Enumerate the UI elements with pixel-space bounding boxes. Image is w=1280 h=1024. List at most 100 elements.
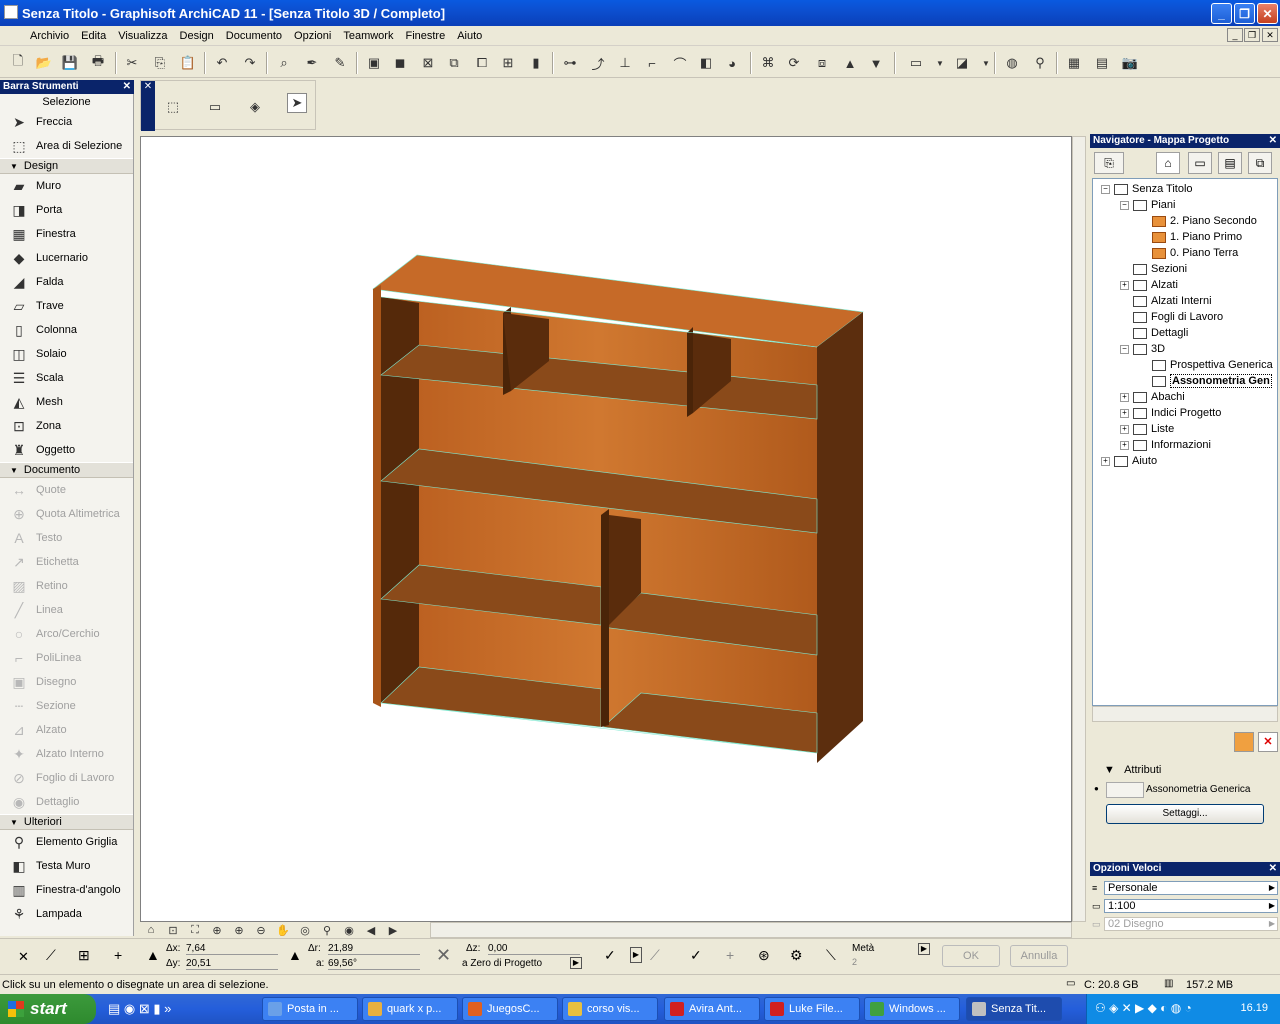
- taskbar-button[interactable]: Luke File...: [764, 997, 860, 1021]
- tree-node-liste[interactable]: + Liste: [1120, 421, 1174, 437]
- elevate-up-icon[interactable]: ▲: [840, 53, 860, 73]
- intersect-icon[interactable]: ◧: [696, 53, 716, 73]
- taskbar-button[interactable]: JuegosC...: [462, 997, 558, 1021]
- paste-icon[interactable]: 📋: [178, 53, 198, 73]
- tree-node-0-piano-terra[interactable]: 0. Piano Terra: [1139, 245, 1238, 261]
- save-icon[interactable]: 💾: [60, 53, 80, 73]
- new-file-icon[interactable]: 🗋: [8, 53, 28, 73]
- taskbar-button[interactable]: Windows ...: [864, 997, 960, 1021]
- zoom-out-icon[interactable]: ⊖: [250, 924, 272, 937]
- tree-node-informazioni[interactable]: + Informazioni: [1120, 437, 1211, 453]
- connect-icon[interactable]: ⊶: [560, 53, 580, 73]
- taskbar-button[interactable]: Posta in ...: [262, 997, 358, 1021]
- snap-points-icon[interactable]: ⊛: [758, 947, 770, 964]
- layer-combo-dropdown[interactable]: Personale ▶: [1104, 881, 1278, 895]
- cancel-input-icon[interactable]: ✕: [18, 949, 29, 965]
- layer-icon[interactable]: ⧉: [444, 53, 464, 73]
- eyedropper-icon[interactable]: ✒: [302, 53, 322, 73]
- relative-icon[interactable]: +: [114, 947, 122, 963]
- dx-field[interactable]: 7,64: [186, 943, 278, 955]
- tool-disegno[interactable]: ▣ Disegno: [0, 670, 133, 694]
- ok-button[interactable]: OK: [942, 945, 1000, 967]
- ulteriori-section-header[interactable]: ▼ Ulteriori: [0, 814, 133, 830]
- project-tree[interactable]: − Senza Titolo − Piani 2. Piano Secondo 1. Pi…: [1092, 178, 1278, 706]
- tool-falda[interactable]: ◢ Falda: [0, 270, 133, 294]
- infobox-close-icon[interactable]: ✕: [141, 81, 155, 131]
- menu-visualizza[interactable]: Visualizza: [112, 30, 173, 42]
- expand-toggle-icon[interactable]: −: [1120, 200, 1129, 210]
- gravity-snap-icon[interactable]: ⚙: [790, 947, 803, 964]
- drag-icon[interactable]: ⌘: [758, 53, 778, 73]
- photo-render-icon[interactable]: ▤: [1092, 53, 1112, 73]
- expand-toggle-icon[interactable]: +: [1120, 280, 1129, 290]
- elevate-down-icon[interactable]: ▼: [866, 53, 886, 73]
- eraser-icon[interactable]: ◈: [245, 97, 265, 117]
- redo-icon[interactable]: ↷: [240, 53, 260, 73]
- grid-snap-icon[interactable]: ⊞: [78, 947, 90, 964]
- expand-toggle-icon[interactable]: +: [1120, 440, 1129, 450]
- navigator-popup-icon[interactable]: ⎘: [1094, 152, 1124, 174]
- marquee-shape-icon[interactable]: ▭: [205, 97, 225, 117]
- 3d-canvas[interactable]: [140, 136, 1072, 922]
- tool-area-di-selezione[interactable]: ⬚ Area di Selezione: [0, 134, 133, 158]
- menu-opzioni[interactable]: Opzioni: [288, 30, 337, 42]
- bring-front-icon[interactable]: ▣: [364, 53, 384, 73]
- tree-node-alzati[interactable]: + Alzati: [1120, 277, 1178, 293]
- nav-forward-icon[interactable]: ▶: [382, 924, 404, 937]
- tool-colonna[interactable]: ▯ Colonna: [0, 318, 133, 342]
- split-icon[interactable]: ⊥: [615, 53, 635, 73]
- tree-node-senza-titolo[interactable]: − Senza Titolo: [1101, 181, 1193, 197]
- layout-book-tab[interactable]: ▤: [1218, 152, 1242, 174]
- tool-zona[interactable]: ⊡ Zona: [0, 414, 133, 438]
- tool-mesh[interactable]: ◭ Mesh: [0, 390, 133, 414]
- tool-testo[interactable]: A Testo: [0, 526, 133, 550]
- divide-icon[interactable]: ⟍: [826, 947, 836, 964]
- tree-node-assonometria-gen[interactable]: Assonometria Gen: [1139, 373, 1272, 389]
- attribute-id-field[interactable]: [1106, 782, 1144, 798]
- mdi-minimize-button[interactable]: _: [1227, 28, 1243, 42]
- nav-back-icon[interactable]: ◀: [360, 924, 382, 937]
- magic-wand-icon[interactable]: ✓: [604, 947, 616, 964]
- zoom-prev-icon[interactable]: ◉: [338, 924, 360, 937]
- canvas-vertical-scrollbar[interactable]: [1072, 136, 1086, 922]
- taskbar-button[interactable]: Senza Tit...: [966, 997, 1062, 1021]
- send-back-icon[interactable]: ◼: [390, 53, 410, 73]
- snap-dropdown[interactable]: ▶: [630, 947, 642, 963]
- tool-retino[interactable]: ▨ Retino: [0, 574, 133, 598]
- fillet-icon[interactable]: ⌒: [670, 53, 690, 73]
- close-button[interactable]: ✕: [1257, 3, 1278, 24]
- mirror-icon[interactable]: ⧈: [812, 53, 832, 73]
- tool-quota-altimetrica[interactable]: ⊕ Quota Altimetrica: [0, 502, 133, 526]
- globe-icon[interactable]: ◍: [1002, 53, 1022, 73]
- tree-node-alzati-interni[interactable]: Alzati Interni: [1120, 293, 1212, 309]
- tool-polilinea[interactable]: ⌐ PoliLinea: [0, 646, 133, 670]
- print-icon[interactable]: 🖶: [88, 53, 108, 73]
- tool-sezione[interactable]: ┄ Sezione: [0, 694, 133, 718]
- tree-horizontal-scrollbar[interactable]: [1092, 706, 1278, 722]
- start-button[interactable]: start: [0, 994, 96, 1024]
- walk-icon[interactable]: ⚲: [1030, 53, 1050, 73]
- maximize-button[interactable]: ❐: [1234, 3, 1255, 24]
- tool-foglio-di-lavoro[interactable]: ⊘ Foglio di Lavoro: [0, 766, 133, 790]
- settings-button[interactable]: Settaggi...: [1106, 804, 1264, 824]
- expand-toggle-icon[interactable]: +: [1120, 424, 1129, 434]
- taskbar-button[interactable]: Avira Ant...: [664, 997, 760, 1021]
- special-snap-icon[interactable]: ⟋: [650, 947, 660, 964]
- crop-icon[interactable]: ◕: [722, 53, 742, 73]
- quick-launch-icons[interactable]: ▤ ◉ ⊠ ▮ »: [108, 1001, 171, 1017]
- menu-aiuto[interactable]: Aiuto: [451, 30, 488, 42]
- dy-field[interactable]: 20,51: [186, 958, 278, 970]
- tool-finestra-d-angolo[interactable]: ▥ Finestra-d'angolo: [0, 878, 133, 902]
- delete-icon[interactable]: ✕: [1258, 732, 1278, 752]
- tool-testa-muro[interactable]: ◧ Testa Muro: [0, 854, 133, 878]
- tree-node-abachi[interactable]: + Abachi: [1120, 389, 1185, 405]
- copy-icon[interactable]: ⎘: [150, 53, 170, 73]
- mdi-restore-button[interactable]: ❐: [1244, 28, 1260, 42]
- trim-icon[interactable]: ⤴: [588, 53, 608, 73]
- 3d-window-icon[interactable]: ▦: [1064, 53, 1084, 73]
- menu-teamwork[interactable]: Teamwork: [337, 30, 399, 42]
- open-file-icon[interactable]: 📂: [34, 53, 54, 73]
- tool-oggetto[interactable]: ♜ Oggetto: [0, 438, 133, 462]
- expand-toggle-icon[interactable]: −: [1120, 344, 1129, 354]
- guide-icon[interactable]: ⟋: [46, 947, 56, 964]
